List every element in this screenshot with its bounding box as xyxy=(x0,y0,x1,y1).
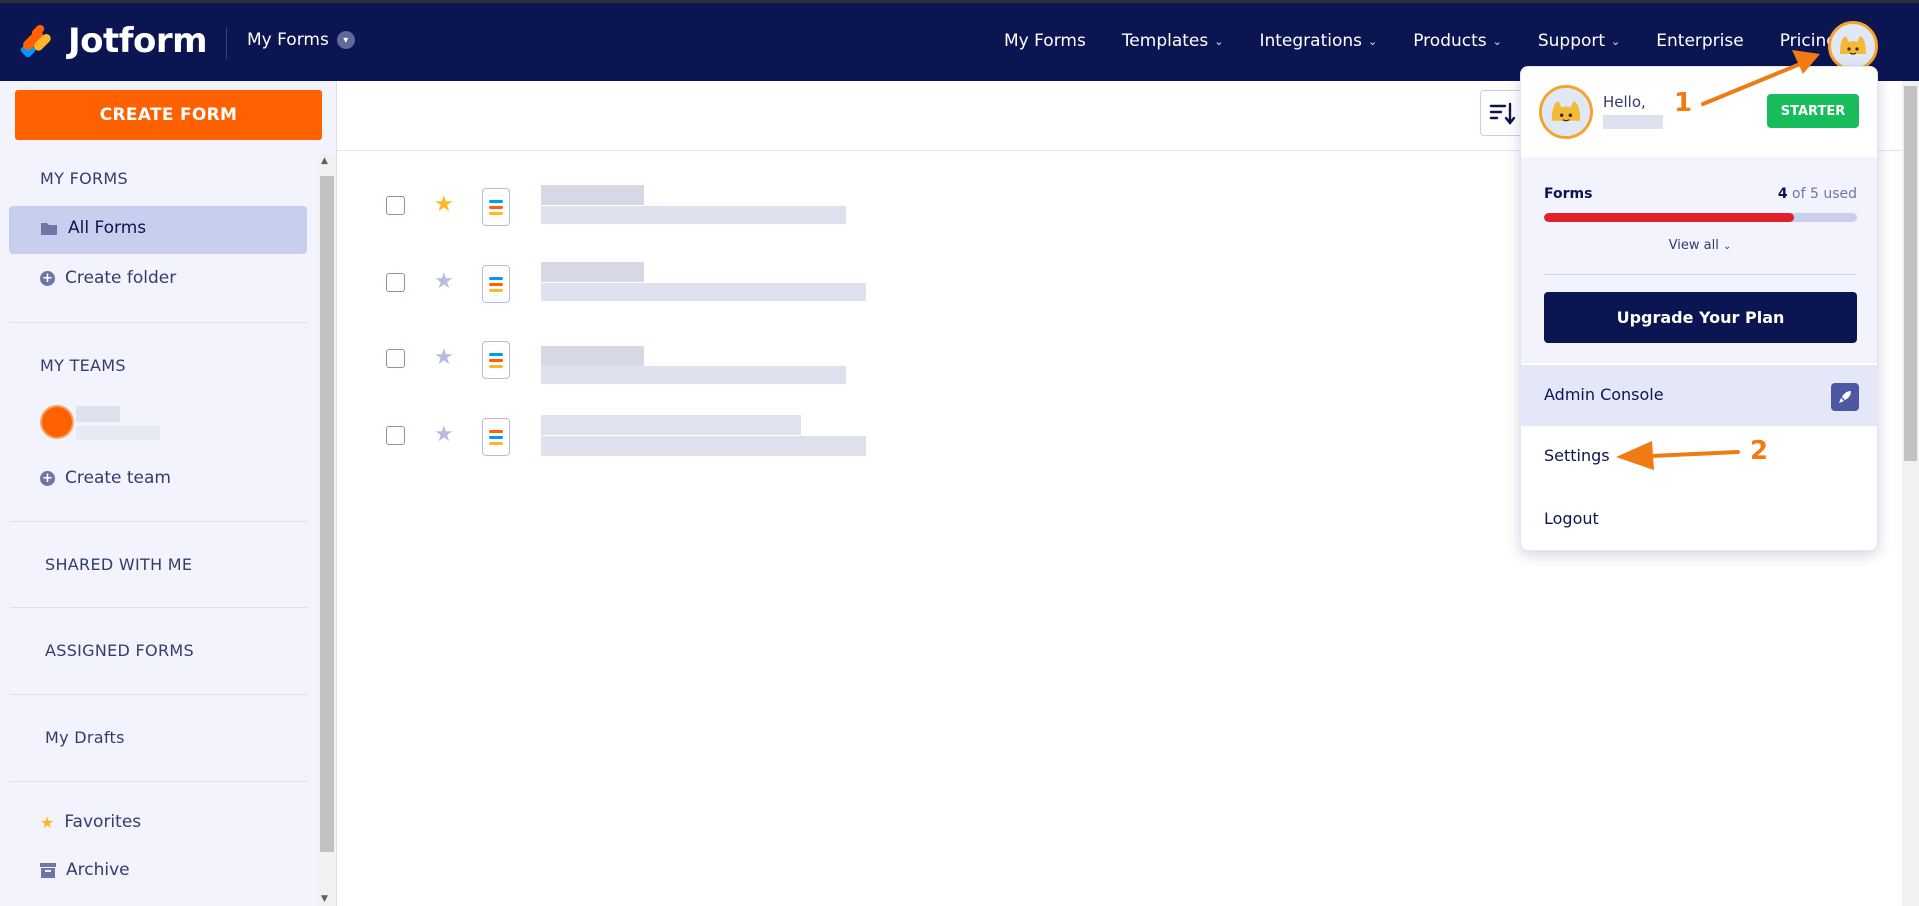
annotation-step-1: 1 xyxy=(1674,88,1693,118)
annotation-step-2: 2 xyxy=(1750,436,1769,466)
annotation-overlay xyxy=(1616,50,1820,470)
jotform-app: Jotform My Forms ▾ My Forms Templates ⌄ I… xyxy=(0,0,1919,906)
annotation-arrow-2 xyxy=(1616,441,1740,470)
annotation-arrow-1 xyxy=(1701,50,1820,106)
